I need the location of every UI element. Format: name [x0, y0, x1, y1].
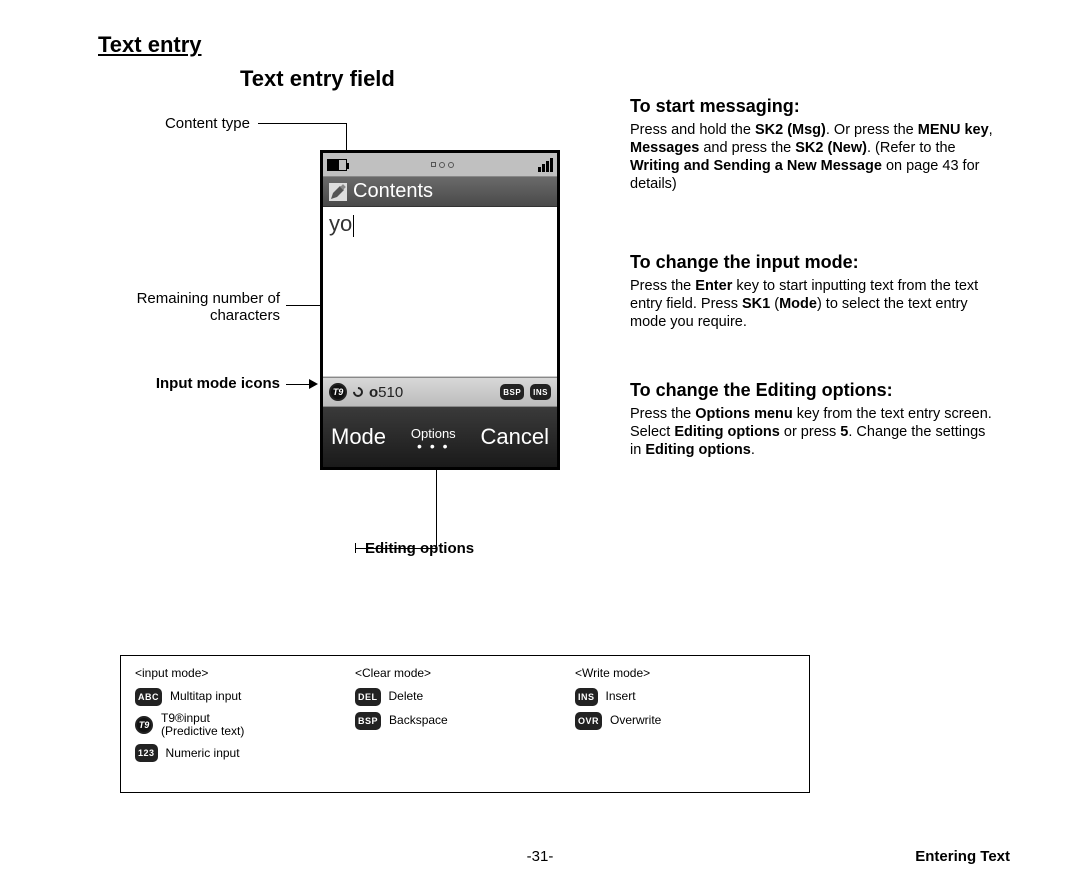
legend-item: 123 Numeric input [135, 744, 355, 762]
bsp-icon: BSP [355, 712, 381, 730]
cycle-icon [351, 385, 365, 399]
legend-label: Numeric input [166, 747, 240, 760]
char-count: o510 [369, 384, 403, 401]
page-title: Text entry [98, 32, 202, 58]
legend-item: OVR Overwrite [575, 712, 795, 730]
ovr-icon: OVR [575, 712, 602, 730]
screen-header-title: Contents [353, 180, 433, 203]
status-bar [323, 153, 557, 177]
instruction-input-mode: To change the input mode: Press the Ente… [630, 252, 1000, 345]
leader-line [258, 123, 346, 124]
label-input-mode-icons: Input mode icons [80, 375, 280, 392]
abc-icon: ABC [135, 688, 162, 706]
label-remaining-chars: Remaining number of characters [80, 290, 280, 324]
legend-label: T9®input (Predictive text) [161, 712, 244, 738]
heading-input-mode: To change the input mode: [630, 252, 1000, 273]
ins-icon: INS [575, 688, 598, 706]
text-entry-field[interactable]: yo [323, 207, 557, 377]
options-dots-icon: • • • [417, 443, 449, 449]
label-remaining-line2: characters [210, 307, 280, 324]
label-remaining-line1: Remaining number of [137, 290, 280, 307]
label-content-type: Content type [80, 115, 250, 132]
legend-col-clear-mode: <Clear mode> DEL Delete BSP Backspace [355, 666, 575, 768]
status-circle-icon [439, 162, 445, 168]
legend-label: Overwrite [610, 714, 661, 727]
section-title: Text entry field [240, 66, 395, 92]
legend-col-input-mode: <input mode> ABC Multitap input T9 T9®in… [135, 666, 355, 768]
legend-item: DEL Delete [355, 688, 575, 706]
leader-line [355, 548, 436, 549]
signal-icon [538, 158, 553, 172]
softkey-bar: Mode Options • • • Cancel [323, 407, 557, 467]
numeric-icon: 123 [135, 744, 158, 762]
del-icon: DEL [355, 688, 381, 706]
legend-label: Insert [606, 690, 636, 703]
compose-icon [329, 183, 347, 201]
legend-header-input-mode: <input mode> [135, 666, 355, 680]
text-cursor [353, 215, 354, 237]
t9-icon: T9 [135, 716, 153, 734]
legend-box: <input mode> ABC Multitap input T9 T9®in… [120, 655, 810, 793]
leader-line [286, 384, 310, 385]
softkey-left[interactable]: Mode [331, 424, 386, 450]
legend-header-clear-mode: <Clear mode> [355, 666, 575, 680]
legend-header-write-mode: <Write mode> [575, 666, 795, 680]
legend-item: ABC Multitap input [135, 688, 355, 706]
ins-icon: INS [530, 384, 551, 400]
legend-item: T9 T9®input (Predictive text) [135, 712, 355, 738]
softkey-right[interactable]: Cancel [481, 424, 549, 450]
legend-item: INS Insert [575, 688, 795, 706]
para-input-mode: Press the Enter key to start inputting t… [630, 277, 1000, 331]
legend-label: Backspace [389, 714, 448, 727]
instruction-start: To start messaging: Press and hold the S… [630, 96, 1000, 208]
bsp-icon: BSP [500, 384, 524, 400]
phone-screen: Contents yo T9 o510 BSP INS Mode Options… [320, 150, 560, 470]
status-middle-icons [431, 162, 454, 168]
legend-label: Multitap input [170, 690, 241, 703]
t9-icon: T9 [329, 383, 347, 401]
footer-section-title: Entering Text [915, 848, 1010, 865]
instruction-editing: To change the Editing options: Press the… [630, 380, 1000, 473]
arrow-right-icon [309, 379, 318, 389]
leader-line [355, 543, 356, 553]
entered-text: yo [329, 211, 352, 236]
legend-item: BSP Backspace [355, 712, 575, 730]
para-start-messaging: Press and hold the SK2 (Msg). Or press t… [630, 121, 1000, 194]
legend-col-write-mode: <Write mode> INS Insert OVR Overwrite [575, 666, 795, 768]
heading-editing-options: To change the Editing options: [630, 380, 1000, 401]
heading-start-messaging: To start messaging: [630, 96, 1000, 117]
softkey-middle[interactable]: Options • • • [411, 426, 456, 449]
battery-icon [327, 159, 347, 171]
status-circle-icon [448, 162, 454, 168]
info-row: T9 o510 BSP INS [323, 377, 557, 407]
legend-label: Delete [389, 690, 424, 703]
status-square-icon [431, 162, 436, 167]
screen-header: Contents [323, 177, 557, 207]
para-editing-options: Press the Options menu key from the text… [630, 405, 1000, 459]
